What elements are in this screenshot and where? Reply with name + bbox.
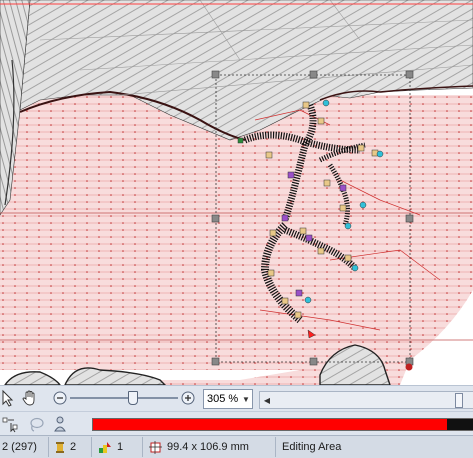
- design-size: 99.4 x 106.9 mm: [143, 437, 276, 457]
- embroidery-design: [0, 0, 473, 385]
- status-bar: 2 (297) 2 1 99.4 x 106.9 mm Editing Area: [0, 435, 473, 458]
- zoom-plus-icon[interactable]: [180, 390, 196, 406]
- scroll-thumb[interactable]: [455, 393, 463, 408]
- zoom-level-combo[interactable]: 305 % ▼: [203, 389, 253, 409]
- lasso-icon[interactable]: [26, 414, 46, 434]
- node-select-icon[interactable]: [2, 414, 22, 434]
- sequence-indicator: 1: [92, 437, 143, 457]
- sequence-text: 1: [117, 441, 124, 453]
- design-size-text: 99.4 x 106.9 mm: [167, 441, 249, 453]
- horizontal-scrollbar[interactable]: ◀: [259, 391, 473, 409]
- spool-icon: [55, 441, 65, 454]
- object-count: 2 (297): [0, 437, 49, 457]
- progress-bar: [92, 418, 473, 431]
- zoom-slider-thumb[interactable]: [128, 391, 138, 405]
- object-count-text: 2 (297): [2, 441, 37, 453]
- color-count: 2: [49, 437, 92, 457]
- zoom-minus-icon[interactable]: [52, 390, 68, 406]
- wizard-icon[interactable]: [50, 414, 70, 434]
- design-canvas[interactable]: [0, 0, 473, 385]
- progress-bar-fill: [93, 419, 447, 430]
- size-icon: [149, 440, 162, 454]
- zoom-level-value: 305 %: [207, 393, 239, 405]
- pointer-icon[interactable]: [0, 388, 16, 408]
- sequence-icon: [98, 441, 112, 454]
- zoom-slider[interactable]: [70, 391, 178, 405]
- chevron-down-icon[interactable]: ▼: [240, 395, 252, 404]
- scroll-left-button[interactable]: ◀: [260, 392, 274, 408]
- mode-indicator: Editing Area: [276, 437, 347, 457]
- color-count-text: 2: [70, 441, 77, 453]
- mode-text: Editing Area: [282, 441, 342, 453]
- hand-icon[interactable]: [20, 388, 40, 408]
- edit-toolbar: [0, 411, 473, 436]
- zoom-toolbar: 305 % ▼ ◀: [0, 385, 473, 412]
